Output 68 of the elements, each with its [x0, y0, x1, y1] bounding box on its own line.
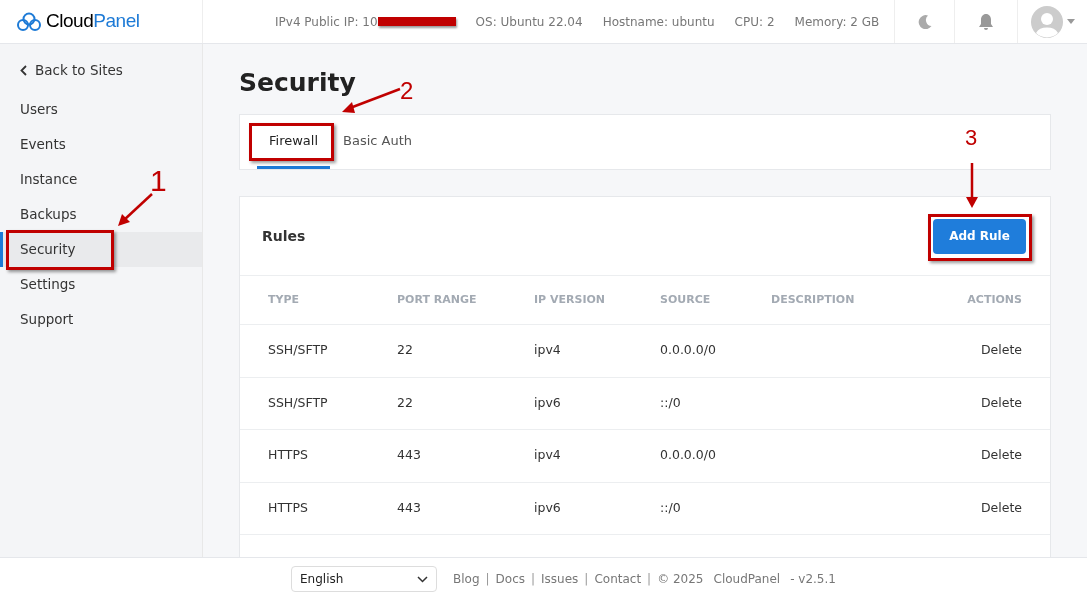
separator: | [584, 571, 589, 588]
sidebar-item[interactable]: Events [0, 127, 74, 162]
table-cell-text: ::/0 [660, 393, 682, 412]
chevron-down-icon [417, 575, 428, 583]
table-cell-text: HTTPS [268, 446, 309, 465]
separator: | [485, 571, 490, 588]
moon-icon[interactable] [916, 13, 933, 30]
separator: | [647, 571, 652, 588]
chevron-left-icon [20, 64, 27, 76]
column-header: DESCRIPTION [771, 291, 856, 308]
column-header: TYPE [268, 291, 301, 308]
table-cell-text: ::/0 [660, 498, 682, 517]
tab[interactable]: Basic Auth [331, 115, 425, 169]
add-rule-button[interactable]: Add Rule [933, 218, 1026, 254]
card-title: Rules [262, 226, 306, 246]
step-number: 3 [965, 123, 978, 152]
tab[interactable]: Firewall [257, 115, 331, 169]
logo-text: CloudPanel [46, 9, 140, 34]
column-header: SOURCE [660, 291, 712, 308]
delete-link[interactable]: Delete [912, 393, 1022, 413]
avatar-icon[interactable] [1030, 5, 1063, 38]
table-cell-text: 443 [397, 498, 422, 517]
footer-link[interactable]: Docs [495, 570, 525, 588]
step-number: 1 [150, 163, 167, 199]
language-select[interactable]: English [291, 566, 437, 592]
server-info: OS: Ubuntu 22.04 [475, 13, 583, 31]
server-info: IPv4 Public IP: 10 [275, 12, 456, 31]
footer-link[interactable]: Issues [541, 570, 579, 588]
delete-link[interactable]: Delete [912, 446, 1022, 466]
table-cell-text: 443 [397, 446, 422, 465]
sidebar-item[interactable]: Users [0, 92, 66, 127]
bell-icon[interactable] [978, 12, 994, 31]
column-header: IP VERSION [534, 291, 607, 308]
footer-link[interactable]: CloudPanel [713, 570, 781, 588]
cloud-logo-icon [16, 11, 42, 32]
server-info: Hostname: ubuntu [602, 13, 715, 31]
table-cell-text: HTTPS [268, 498, 309, 517]
table-cell-text: 22 [397, 341, 414, 360]
column-header: ACTIONS [966, 291, 1022, 308]
table-cell-text: ipv6 [534, 498, 562, 517]
copyright-text: © 2025 [657, 571, 704, 588]
table-cell-text: ipv6 [534, 393, 562, 412]
table-cell-text: SSH/SFTP [268, 393, 329, 412]
table-cell-text: 0.0.0.0/0 [660, 341, 717, 360]
sidebar-item[interactable]: Instance [0, 162, 86, 197]
column-header: PORT RANGE [397, 291, 478, 308]
server-info: CPU: 2 [734, 13, 775, 31]
table-cell-text: 0.0.0.0/0 [660, 446, 717, 465]
delete-link[interactable]: Delete [912, 498, 1022, 518]
sidebar-item[interactable]: Backups [0, 197, 85, 232]
server-info: Memory: 2 GB [794, 13, 880, 31]
page-title: Security [239, 67, 356, 99]
footer-link[interactable]: Contact [594, 570, 642, 588]
footer-link[interactable]: Blog [453, 570, 480, 588]
table-cell-text: ipv4 [534, 446, 562, 465]
back-link[interactable]: Back to Sites [0, 60, 202, 80]
table-cell-text: 22 [397, 393, 414, 412]
caret-icon[interactable] [1066, 19, 1075, 24]
sidebar-item[interactable]: Support [0, 302, 82, 337]
sidebar-item[interactable]: Settings [0, 267, 84, 302]
delete-link[interactable]: Delete [912, 341, 1022, 361]
table-cell-text: ipv4 [534, 341, 562, 360]
version-text: - v2.5.1 [790, 571, 836, 588]
table-cell-text: SSH/SFTP [268, 341, 329, 360]
arrow-annotation [965, 162, 979, 209]
separator: | [531, 571, 536, 588]
sidebar-item[interactable]: Security [0, 232, 202, 267]
step-number: 2 [400, 76, 414, 106]
